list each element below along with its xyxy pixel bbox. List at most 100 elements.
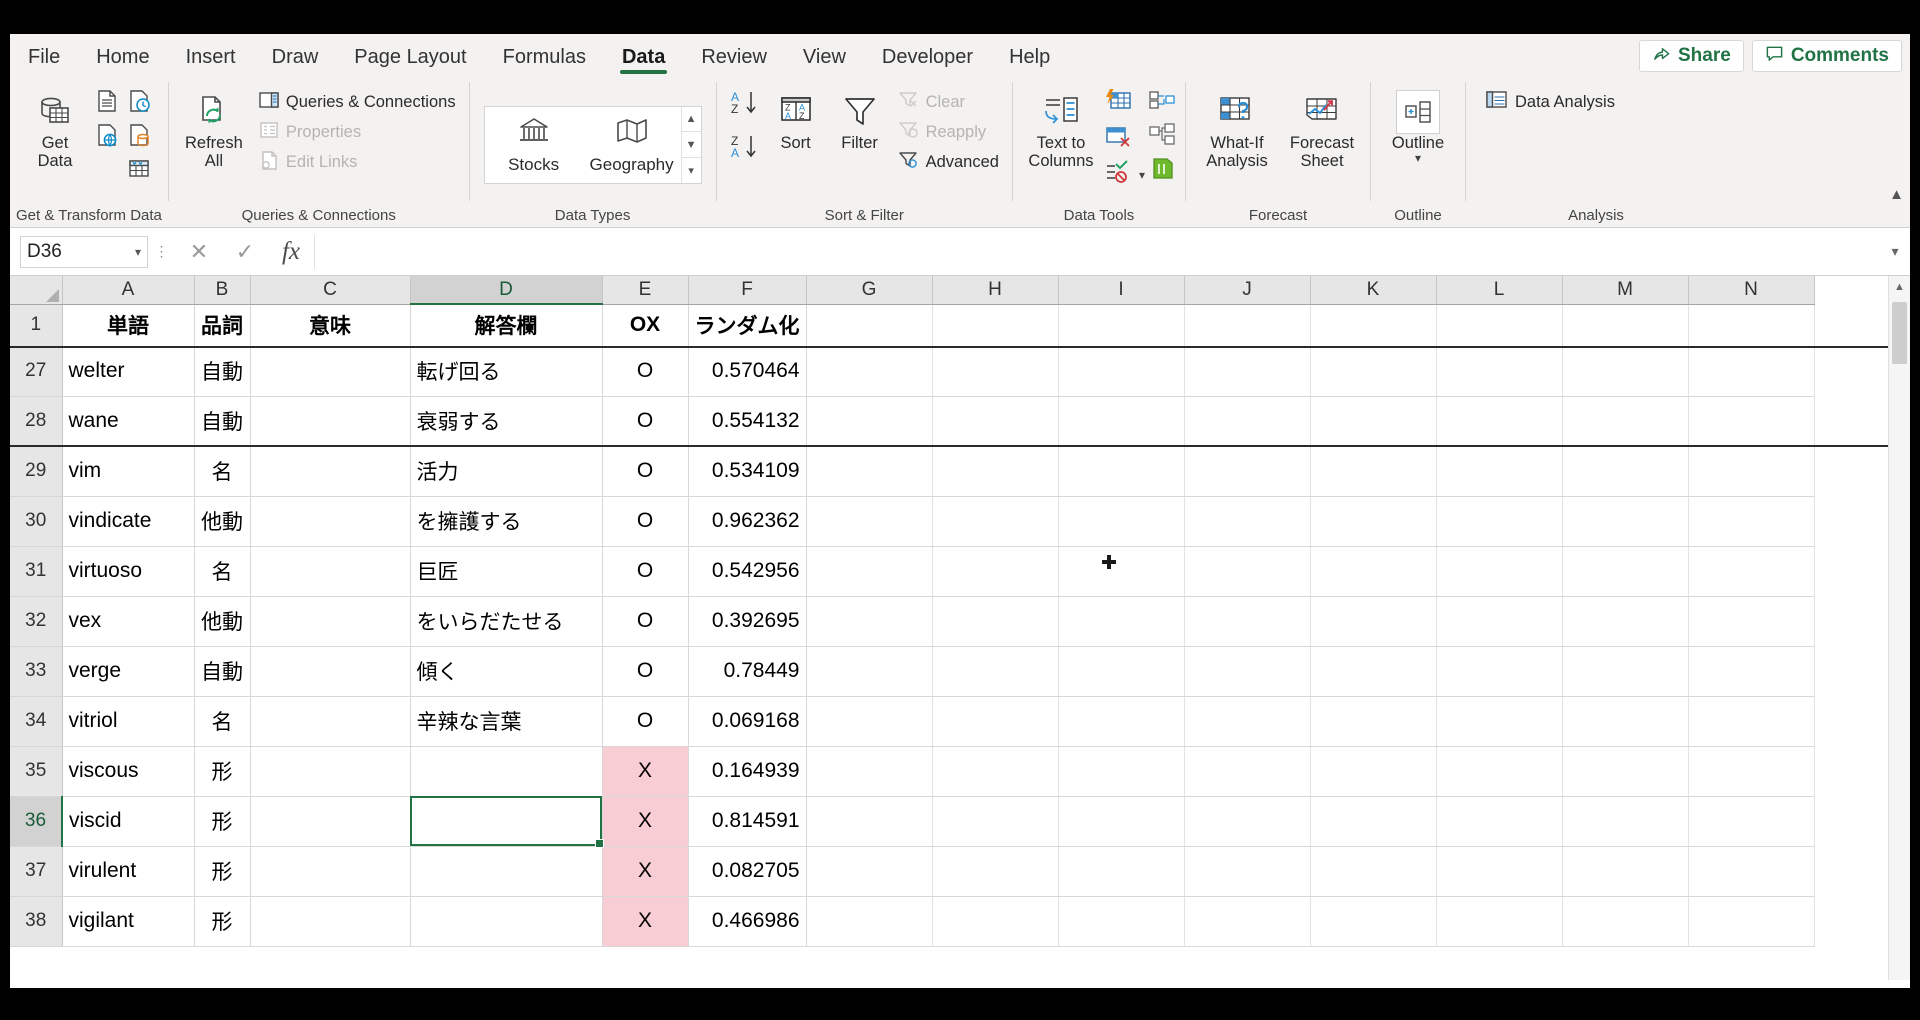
cell-c34[interactable] <box>250 696 410 746</box>
cell-b28[interactable]: 自動 <box>194 396 250 446</box>
cell-f30[interactable]: 0.962362 <box>688 496 806 546</box>
cell-f35[interactable]: 0.164939 <box>688 746 806 796</box>
cell-n1[interactable] <box>1688 304 1814 346</box>
column-header-e[interactable]: E <box>602 276 688 304</box>
cell-f28[interactable]: 0.554132 <box>688 396 806 446</box>
tab-review[interactable]: Review <box>683 38 785 76</box>
cell-l1[interactable] <box>1436 304 1562 346</box>
row-header-37[interactable]: 37 <box>10 846 62 896</box>
data-validation-caret-icon[interactable]: ▾ <box>1139 168 1145 182</box>
cell-c30[interactable] <box>250 496 410 546</box>
cell-m27[interactable] <box>1562 346 1688 396</box>
cell-c32[interactable] <box>250 596 410 646</box>
cell-n36[interactable] <box>1688 796 1814 846</box>
cell-m34[interactable] <box>1562 696 1688 746</box>
forecast-sheet-button[interactable]: Forecast Sheet <box>1282 84 1362 171</box>
row-header-35[interactable]: 35 <box>10 746 62 796</box>
cell-g33[interactable] <box>806 646 932 696</box>
cell-j34[interactable] <box>1184 696 1310 746</box>
column-header-g[interactable]: G <box>806 276 932 304</box>
row-header-33[interactable]: 33 <box>10 646 62 696</box>
cell-d38[interactable] <box>410 896 602 946</box>
cell-j35[interactable] <box>1184 746 1310 796</box>
column-header-a[interactable]: A <box>62 276 194 304</box>
cell-m33[interactable] <box>1562 646 1688 696</box>
cell-g31[interactable] <box>806 546 932 596</box>
column-header-m[interactable]: M <box>1562 276 1688 304</box>
cell-h37[interactable] <box>932 846 1058 896</box>
cell-n28[interactable] <box>1688 396 1814 446</box>
cancel-icon[interactable]: ✕ <box>176 235 222 269</box>
cell-k1[interactable] <box>1310 304 1436 346</box>
cell-m29[interactable] <box>1562 446 1688 496</box>
cell-l38[interactable] <box>1436 896 1562 946</box>
cell-f37[interactable]: 0.082705 <box>688 846 806 896</box>
tab-view[interactable]: View <box>785 38 864 76</box>
sort-button[interactable]: ZAAZ Sort <box>765 84 827 152</box>
cell-i29[interactable] <box>1058 446 1184 496</box>
cell-j31[interactable] <box>1184 546 1310 596</box>
cell-a36[interactable]: viscid <box>62 796 194 846</box>
recent-sources-icon[interactable] <box>126 88 152 119</box>
cell-n37[interactable] <box>1688 846 1814 896</box>
flash-fill-icon[interactable] <box>1103 88 1145 120</box>
tab-insert[interactable]: Insert <box>168 38 254 76</box>
cell-n32[interactable] <box>1688 596 1814 646</box>
cell-a34[interactable]: vitriol <box>62 696 194 746</box>
cell-a27[interactable]: welter <box>62 346 194 396</box>
cell-i30[interactable] <box>1058 496 1184 546</box>
cell-b32[interactable]: 他動 <box>194 596 250 646</box>
tab-home[interactable]: Home <box>78 38 167 76</box>
cell-b34[interactable]: 名 <box>194 696 250 746</box>
cell-j32[interactable] <box>1184 596 1310 646</box>
cell-h27[interactable] <box>932 346 1058 396</box>
cell-h29[interactable] <box>932 446 1058 496</box>
cell-j28[interactable] <box>1184 396 1310 446</box>
cell-n35[interactable] <box>1688 746 1814 796</box>
collapse-ribbon-icon[interactable]: ▲ <box>1889 186 1904 203</box>
column-header-d[interactable]: D <box>410 276 602 304</box>
cell-k31[interactable] <box>1310 546 1436 596</box>
column-header-h[interactable]: H <box>932 276 1058 304</box>
column-header-i[interactable]: I <box>1058 276 1184 304</box>
cell-a31[interactable]: virtuoso <box>62 546 194 596</box>
cell-e37[interactable]: X <box>602 846 688 896</box>
text-to-columns-button[interactable]: Text to Columns <box>1021 84 1101 171</box>
tab-developer[interactable]: Developer <box>864 38 991 76</box>
cell-b31[interactable]: 名 <box>194 546 250 596</box>
row-header-30[interactable]: 30 <box>10 496 62 546</box>
cell-d30[interactable]: を擁護する <box>410 496 602 546</box>
cell-c27[interactable] <box>250 346 410 396</box>
cell-j29[interactable] <box>1184 446 1310 496</box>
cell-a1[interactable]: 単語 <box>62 304 194 346</box>
advanced-filter-button[interactable]: Advanced <box>893 148 1004 177</box>
cell-i31[interactable] <box>1058 546 1184 596</box>
data-validation-icon[interactable] <box>1103 160 1133 190</box>
cell-m35[interactable] <box>1562 746 1688 796</box>
cell-l34[interactable] <box>1436 696 1562 746</box>
row-header-27[interactable]: 27 <box>10 346 62 396</box>
cell-k27[interactable] <box>1310 346 1436 396</box>
existing-connections-icon[interactable] <box>126 122 152 153</box>
cell-c33[interactable] <box>250 646 410 696</box>
cell-g28[interactable] <box>806 396 932 446</box>
cell-g32[interactable] <box>806 596 932 646</box>
cell-m36[interactable] <box>1562 796 1688 846</box>
cell-m32[interactable] <box>1562 596 1688 646</box>
cell-a37[interactable]: virulent <box>62 846 194 896</box>
cell-c37[interactable] <box>250 846 410 896</box>
cell-d34[interactable]: 辛辣な言葉 <box>410 696 602 746</box>
tab-file[interactable]: File <box>10 38 78 76</box>
cell-h31[interactable] <box>932 546 1058 596</box>
cell-g34[interactable] <box>806 696 932 746</box>
cell-c1[interactable]: 意味 <box>250 304 410 346</box>
cell-d37[interactable] <box>410 846 602 896</box>
queries-and-connections-button[interactable]: Queries & Connections <box>253 88 461 117</box>
cell-f27[interactable]: 0.570464 <box>688 346 806 396</box>
row-header-29[interactable]: 29 <box>10 446 62 496</box>
cell-c36[interactable] <box>250 796 410 846</box>
cell-h33[interactable] <box>932 646 1058 696</box>
cell-b29[interactable]: 名 <box>194 446 250 496</box>
cell-d35[interactable] <box>410 746 602 796</box>
cell-g1[interactable] <box>806 304 932 346</box>
